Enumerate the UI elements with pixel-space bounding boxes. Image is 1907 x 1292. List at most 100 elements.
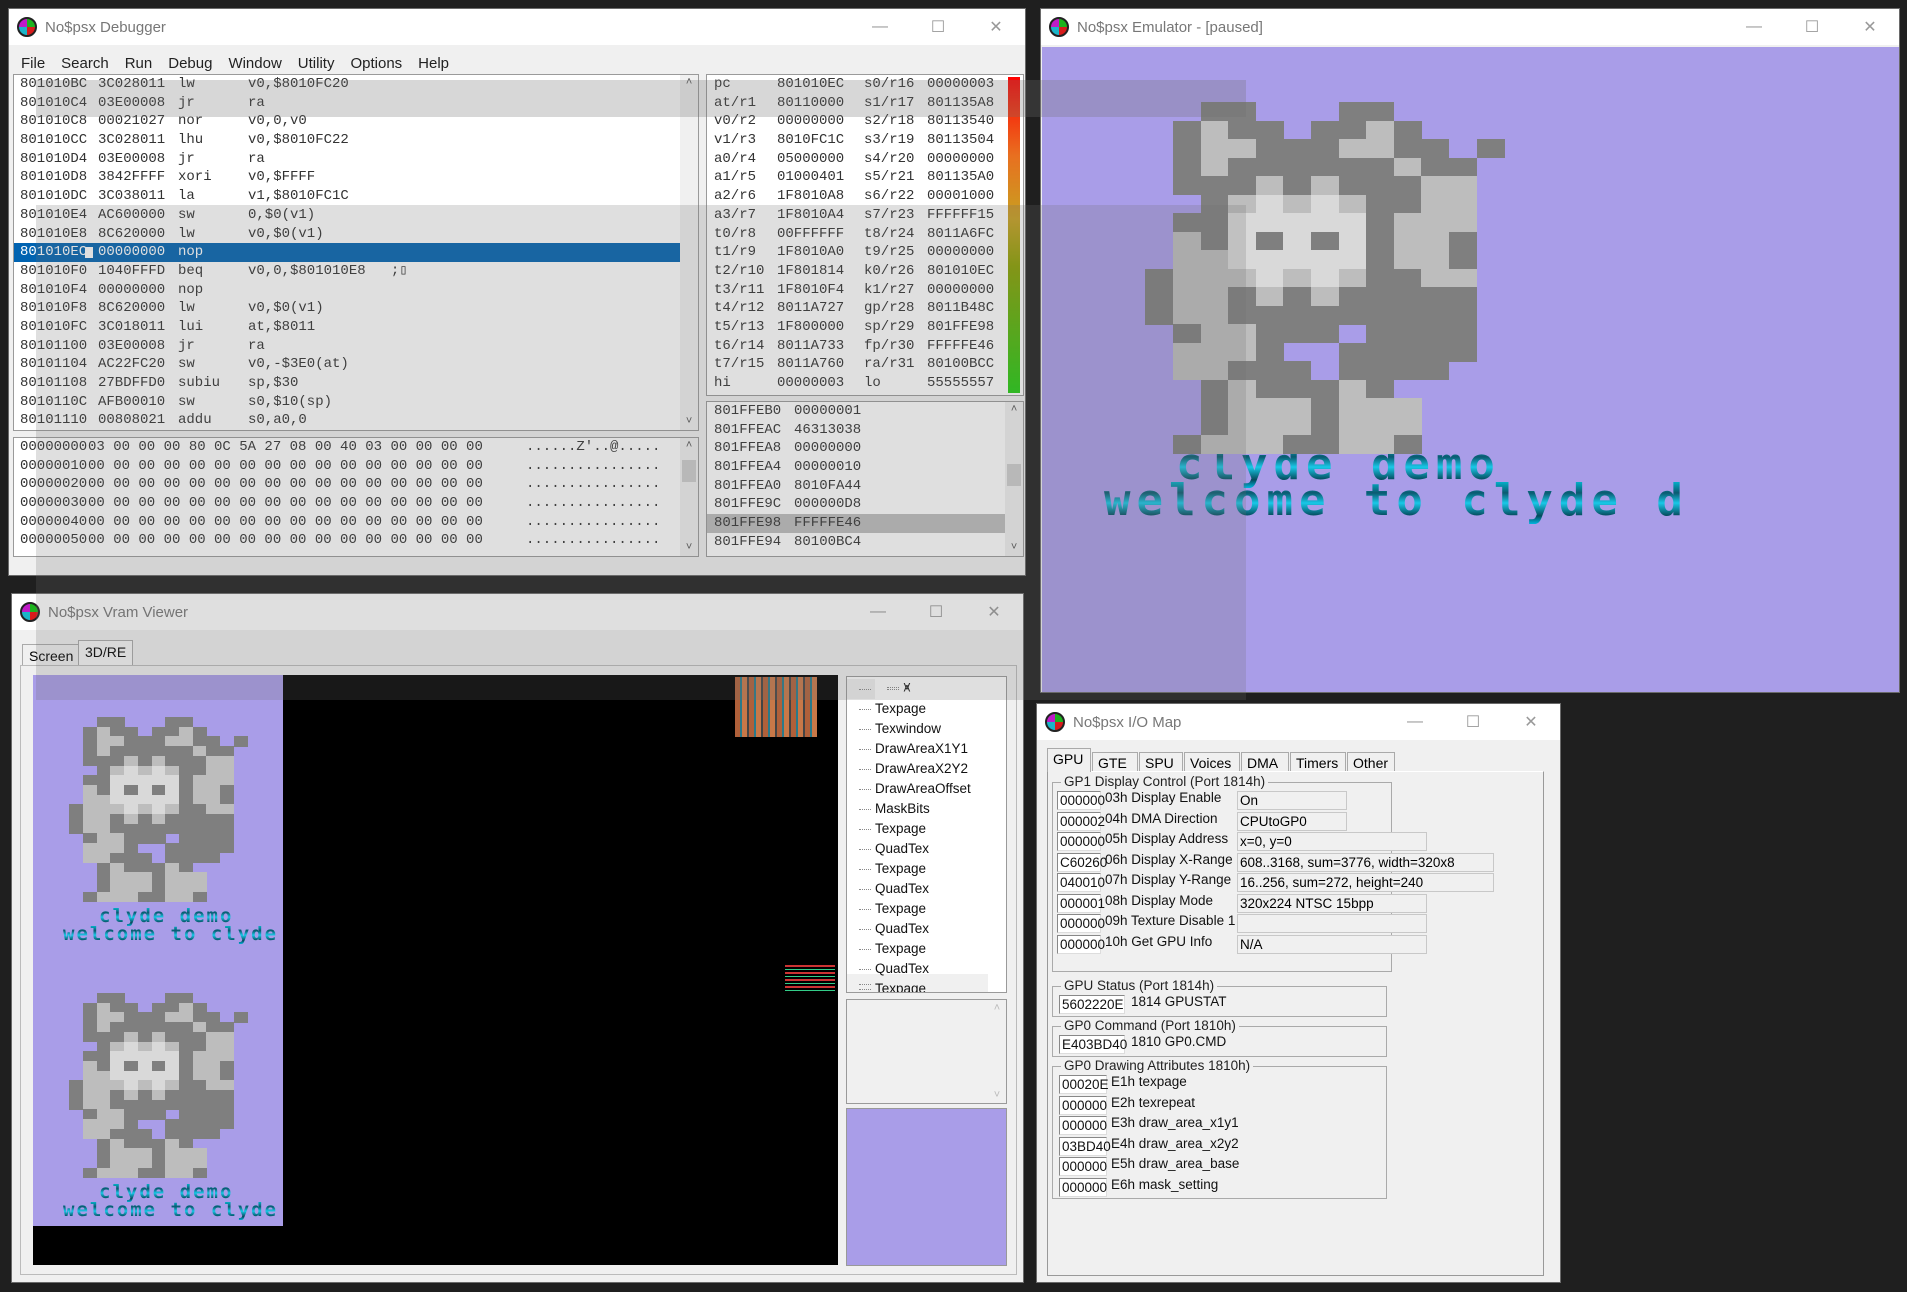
vram-titlebar[interactable]: No$psx Vram Viewer — ☐ ✕ — [12, 594, 1023, 630]
maximize-button[interactable]: ☐ — [1444, 704, 1502, 740]
memory-row[interactable]: 00000030 00 00 00 00 00 00 00 00 00 00 00… — [14, 494, 698, 513]
stack-row[interactable]: 801FFEB0 00000001 — [707, 402, 1005, 421]
minimize-button[interactable]: — — [1386, 704, 1444, 740]
memory-row[interactable]: 00000010 00 00 00 00 00 00 00 00 00 00 00… — [14, 457, 698, 476]
memory-row[interactable]: 00000050 00 00 00 00 00 00 00 00 00 00 00… — [14, 531, 698, 550]
emulator-titlebar[interactable]: No$psx Emulator - [paused] — ☐ ✕ — [1041, 9, 1899, 45]
memory-row[interactable]: 00000000 03 00 00 00 80 0C 5A 27 08 00 40… — [14, 438, 698, 457]
disasm-row[interactable]: 8010110C AFB00010 sw s0,$10(sp) — [14, 393, 680, 412]
disasm-row[interactable]: 801010FC 3C018011 lui at,$8011 — [14, 318, 680, 337]
disasm-row[interactable]: 801010CC 3C028011 lhu v0,$8010FC22 — [14, 131, 680, 150]
memory-dump-panel[interactable]: ˄ ˅ 00000000 03 00 00 00 80 0C 5A 27 08 00… — [13, 437, 699, 557]
reg-value[interactable]: 1F8010A8 — [777, 187, 844, 206]
maximize-button[interactable]: ☐ — [907, 594, 965, 630]
disasm-row[interactable]: 801010EC 00000000 nop — [14, 243, 680, 262]
register-row[interactable]: v1/r3 8010FC1C s3/r19 80113504 — [707, 131, 1023, 150]
register-row[interactable]: t5/r13 1F800000 sp/r29 801FFE98 — [707, 318, 1023, 337]
stack-row[interactable]: 801FFEA0 8010FA44 — [707, 477, 1005, 496]
gpu-command-item[interactable]: DrawAreaX1Y1 — [847, 739, 1006, 759]
scroll-down-icon[interactable]: ˅ — [1005, 542, 1023, 554]
minimize-button[interactable]: — — [851, 9, 909, 45]
reg-value[interactable]: 8011A6FC — [927, 225, 994, 244]
gp1-register-field[interactable]: C60260 — [1057, 852, 1107, 872]
gpu-command-list[interactable]: ˄ ˅ Texpage Texwindow DrawAreaX1Y1 DrawAreaX… — [846, 676, 1007, 993]
reg-value[interactable]: 1F800000 — [777, 318, 844, 337]
reg-value[interactable]: 1F8010A0 — [777, 243, 844, 262]
reg-value[interactable]: 05000000 — [777, 150, 844, 169]
register-row[interactable]: at/r1 80110000 s1/r17 801135A8 — [707, 94, 1023, 113]
register-row[interactable]: a1/r5 01000401 s5/r21 801135A0 — [707, 168, 1023, 187]
gpu-command-item[interactable]: QuadTex — [847, 879, 1006, 899]
reg-value[interactable]: 1F8010F4 — [777, 281, 844, 300]
reg-value[interactable]: 00000000 — [927, 243, 994, 262]
gpu-command-item[interactable]: Texwindow — [847, 719, 1006, 739]
disassembly-panel[interactable]: ˄ ˅ 801010BC 3C028011 lw v0,$8010FC20 801010C… — [13, 74, 699, 431]
register-row[interactable]: a0/r4 05000000 s4/r20 00000000 — [707, 150, 1023, 169]
reg-value[interactable]: 80110000 — [777, 94, 844, 113]
disasm-row[interactable]: 80101110 00808021 addu s0,a0,0 — [14, 411, 680, 430]
reg-value[interactable]: 00000003 — [927, 75, 994, 94]
gp0-attr-field[interactable]: 000000 — [1059, 1177, 1107, 1197]
reg-value[interactable]: 00000000 — [927, 150, 994, 169]
gp1-register-field[interactable]: 000000 — [1057, 791, 1105, 810]
reg-value[interactable]: 801135A8 — [927, 94, 994, 113]
reg-value[interactable]: 80100BCC — [927, 355, 994, 374]
reg-value[interactable]: 801010EC — [927, 262, 994, 281]
emulator-screen[interactable]: clyde demo welcome to clyde d — [1042, 47, 1899, 692]
disasm-row[interactable]: 801010F8 8C620000 lw v0,$0(v1) — [14, 299, 680, 318]
reg-value[interactable]: FFFFFE46 — [927, 337, 994, 356]
scroll-down-icon[interactable]: ˅ — [680, 416, 698, 428]
disasm-row[interactable]: 801010F0 1040FFFD beq v0,0,$801010E8 ;▯ — [14, 262, 680, 281]
detail-scrollbar[interactable]: ˄ ˅ — [988, 1000, 1006, 1103]
disasm-row[interactable]: 80101108 27BDFFD0 subiu sp,$30 — [14, 374, 680, 393]
list-scrollbar[interactable]: ˄ ˅ — [847, 679, 911, 699]
disasm-row[interactable]: 801010F4 00000000 nop — [14, 281, 680, 300]
command-detail-panel[interactable]: ˄ ˅ — [846, 999, 1007, 1104]
stack-scrollbar[interactable]: ˄ ˅ — [1005, 402, 1023, 556]
io-tab-gpu[interactable]: GPU — [1047, 748, 1091, 772]
reg-value[interactable]: 80113504 — [927, 131, 994, 150]
gp1-register-field[interactable]: 000000 — [1057, 914, 1105, 933]
scroll-up-icon[interactable]: ˄ — [680, 77, 698, 89]
register-row[interactable]: t6/r14 8011A733 fp/r30 FFFFFE46 — [707, 337, 1023, 356]
register-row[interactable]: t2/r10 1F801814 k0/r26 801010EC — [707, 262, 1023, 281]
gpu-command-item[interactable]: DrawAreaOffset — [847, 779, 1006, 799]
reg-value[interactable]: 00000000 — [927, 281, 994, 300]
minimize-button[interactable]: — — [849, 594, 907, 630]
register-row[interactable]: a3/r7 1F8010A4 s7/r23 FFFFFF15 — [707, 206, 1023, 225]
scroll-up-icon[interactable]: ˄ — [1005, 404, 1023, 416]
stack-row[interactable]: 801FFEAC 46313038 — [707, 421, 1005, 440]
stack-panel[interactable]: ˄ ˅ 801FFEB0 00000001 801FFEAC 46313038 801FF… — [706, 401, 1024, 557]
disasm-scrollbar[interactable]: ˄ ˅ — [680, 75, 698, 430]
disasm-row[interactable]: 80101104 AC22FC20 sw v0,-$3E0(at) — [14, 355, 680, 374]
scroll-down-icon[interactable]: ˅ — [875, 677, 911, 697]
reg-value[interactable]: 00000003 — [777, 374, 844, 393]
register-row[interactable]: t3/r11 1F8010F4 k1/r27 00000000 — [707, 281, 1023, 300]
gpu-command-item[interactable]: QuadTex — [847, 839, 1006, 859]
reg-value[interactable]: 801135A0 — [927, 168, 994, 187]
reg-value[interactable]: 8011A733 — [777, 337, 844, 356]
register-row[interactable]: hi 00000003 lo 55555557 — [707, 374, 1023, 393]
disasm-row[interactable]: 801010BC 3C028011 lw v0,$8010FC20 — [14, 75, 680, 94]
register-row[interactable]: t1/r9 1F8010A0 t9/r25 00000000 — [707, 243, 1023, 262]
scroll-thumb[interactable] — [1007, 464, 1021, 486]
stack-row[interactable]: 801FFEA8 00000000 — [707, 439, 1005, 458]
iomap-titlebar[interactable]: No$psx I/O Map — ☐ ✕ — [1037, 704, 1560, 740]
stack-row[interactable]: 801FFE94 80100BC4 — [707, 533, 1005, 552]
disasm-row[interactable]: 801010E8 8C620000 lw v0,$0(v1) — [14, 225, 680, 244]
close-button[interactable]: ✕ — [965, 594, 1023, 630]
gpu-command-item[interactable]: Texpage — [847, 979, 1006, 992]
register-row[interactable]: pc 801010EC s0/r16 00000003 — [707, 75, 1023, 94]
gp1-register-field[interactable]: 000002 — [1057, 811, 1105, 831]
register-row[interactable]: a2/r6 1F8010A8 s6/r22 00001000 — [707, 187, 1023, 206]
io-tab-gte[interactable]: GTE — [1092, 752, 1138, 772]
io-tab-voices[interactable]: Voices — [1184, 752, 1240, 772]
maximize-button[interactable]: ☐ — [1783, 9, 1841, 45]
reg-value[interactable]: 00FFFFFF — [777, 225, 844, 244]
gp1-register-field[interactable]: 000000 — [1057, 832, 1105, 851]
reg-value[interactable]: 801FFE98 — [927, 318, 994, 337]
gpu-command-item[interactable]: QuadTex — [847, 919, 1006, 939]
disasm-row[interactable]: 80101100 03E00008 jr ra — [14, 337, 680, 356]
reg-value[interactable]: 8011A727 — [777, 299, 844, 318]
disasm-row[interactable]: 801010C4 03E00008 jr ra — [14, 94, 680, 113]
